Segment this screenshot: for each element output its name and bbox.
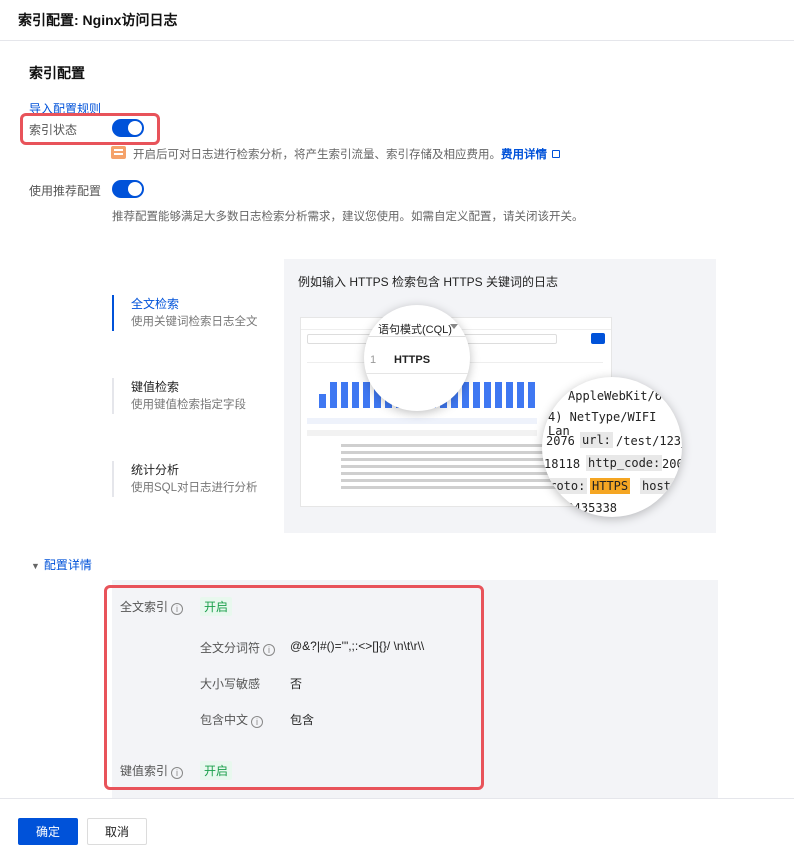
log-line: 170435338 xyxy=(552,501,618,515)
cancel-button[interactable]: 取消 xyxy=(87,818,147,845)
log-line: AppleWebKit/60 xyxy=(568,389,670,403)
recommended-config-toggle[interactable] xyxy=(112,180,144,198)
search-preview-illustration: 例如输入 HTTPS 检索包含 HTTPS 关键词的日志 语句模式(CQL) 1… xyxy=(284,259,716,533)
page-header: 索引配置: Nginx访问日志 xyxy=(0,0,794,41)
recommended-config-hint: 推荐配置能够满足大多数日志检索分析需求，建议您使用。如需自定义配置，请关闭该开关… xyxy=(112,211,584,223)
index-status-toggle[interactable] xyxy=(112,119,144,137)
fulltext-status-badge: 开启 xyxy=(200,597,233,616)
fulltext-index-label: 全文索引 i xyxy=(120,598,184,615)
log-highlight: HTTPS xyxy=(590,478,631,494)
log-key: proto: xyxy=(542,478,588,494)
info-icon[interactable]: i xyxy=(171,603,184,615)
kv-index-label-text: 键值索引 xyxy=(120,764,169,778)
kv-index-label: 键值索引 i xyxy=(120,762,184,779)
mode-keyvalue[interactable]: 键值检索 使用键值检索指定字段 xyxy=(112,378,292,414)
mode-title: 统计分析 xyxy=(131,463,180,477)
query-magnifier: 语句模式(CQL) 1 HTTPS xyxy=(364,305,470,411)
log-magnifier: AppleWebKit/60 4) NetType/WIFI Lan 2076 … xyxy=(542,377,682,517)
preview-caption: 例如输入 HTTPS 检索包含 HTTPS 关键词的日志 xyxy=(298,275,559,289)
page-title: 索引配置: Nginx访问日志 xyxy=(18,12,178,28)
confirm-button[interactable]: 确定 xyxy=(18,818,78,845)
log-key: host: xyxy=(640,478,681,494)
log-key: http_code: xyxy=(586,455,663,471)
log-line: 18118 xyxy=(544,457,581,471)
caret-down-icon: ▼ xyxy=(31,561,40,571)
billing-details-link[interactable]: 费用详情 xyxy=(501,149,547,161)
config-details-label: 配置详情 xyxy=(43,558,92,572)
index-status-label: 索引状态 xyxy=(29,123,78,137)
tokenizer-value: @&?|#()='",;:<>[]{}/ \n\t\r\\ xyxy=(290,639,425,653)
mode-fulltext[interactable]: 全文检索 使用关键词检索日志全文 xyxy=(112,295,292,331)
section-title: 索引配置 xyxy=(29,65,85,81)
mode-title: 键值检索 xyxy=(131,380,180,394)
contains-chinese-label: 包含中文 i xyxy=(200,711,264,728)
log-line: 200 xyxy=(662,457,682,471)
info-icon[interactable]: i xyxy=(251,716,264,728)
log-line: /test/123_ xyxy=(616,434,682,448)
index-status-hint: 开启后可对日志进行检索分析，将产生索引流量、索引存储及相应费用。费用详情 xyxy=(133,146,560,162)
index-status-hint-text: 开启后可对日志进行检索分析，将产生索引流量、索引存储及相应费用。 xyxy=(133,149,501,161)
log-line: 2076 xyxy=(546,434,575,448)
config-details-toggle[interactable]: ▼ 配置详情 xyxy=(31,556,92,573)
contains-chinese-value: 包含 xyxy=(290,713,315,727)
contains-chinese-label-text: 包含中文 xyxy=(200,713,249,727)
query-mode-label: 语句模式(CQL) xyxy=(378,324,452,336)
mode-title: 全文检索 xyxy=(131,297,180,311)
tokenizer-label-text: 全文分词符 xyxy=(200,641,261,655)
case-sensitive-value: 否 xyxy=(290,677,303,691)
query-text: HTTPS xyxy=(394,354,431,366)
mode-analysis[interactable]: 统计分析 使用SQL对日志进行分析 xyxy=(112,461,292,497)
dialog-footer: 确定 取消 xyxy=(0,798,794,860)
case-sensitive-label: 大小写敏感 xyxy=(200,677,261,691)
mode-desc: 使用SQL对日志进行分析 xyxy=(131,482,258,494)
chevron-down-icon xyxy=(450,324,458,329)
fulltext-index-label-text: 全文索引 xyxy=(120,600,169,614)
info-icon[interactable]: i xyxy=(263,644,276,656)
external-link-icon xyxy=(552,150,560,158)
tokenizer-label: 全文分词符 i xyxy=(200,639,276,656)
info-icon[interactable]: i xyxy=(171,767,184,779)
recommended-config-label: 使用推荐配置 xyxy=(29,184,102,198)
mode-desc: 使用键值检索指定字段 xyxy=(131,399,246,411)
query-line-number: 1 xyxy=(370,354,377,366)
billing-notice-icon xyxy=(111,146,126,159)
log-key: url: xyxy=(580,432,613,448)
mode-desc: 使用关键词检索日志全文 xyxy=(131,316,258,328)
kv-status-badge: 开启 xyxy=(200,761,233,780)
